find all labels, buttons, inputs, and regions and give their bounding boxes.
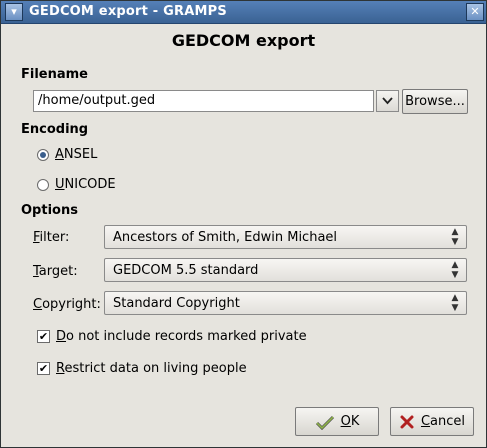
living-people-label: Restrict data on living people <box>56 361 247 376</box>
gedcom-export-dialog: ▾ GEDCOM export - GRAMPS ✕ GEDCOM export… <box>0 0 487 448</box>
living-people-checkbox[interactable]: ✔ Restrict data on living people <box>37 361 247 376</box>
encoding-ansel-label: ANSEL <box>55 147 98 162</box>
window-title: GEDCOM export - GRAMPS <box>29 4 227 19</box>
chevron-down-icon <box>382 97 393 105</box>
ok-label: OK <box>340 414 360 429</box>
select-arrows-icon: ▲ ▼ <box>451 260 459 280</box>
encoding-ansel-radio[interactable]: ANSEL <box>37 147 97 162</box>
private-records-checkbox[interactable]: ✔ Do not include records marked private <box>37 329 307 344</box>
cancel-label: Cancel <box>420 414 466 429</box>
filename-dropdown-button[interactable] <box>376 90 399 112</box>
cancel-icon <box>400 415 414 428</box>
close-icon[interactable]: ✕ <box>466 3 484 21</box>
target-select-value: GEDCOM 5.5 standard <box>113 263 259 278</box>
filter-select-value: Ancestors of Smith, Edwin Michael <box>113 230 338 245</box>
select-arrows-icon: ▲ ▼ <box>451 293 459 313</box>
window-menu-icon[interactable]: ▾ <box>5 3 23 21</box>
filter-select[interactable]: Ancestors of Smith, Edwin Michael ▲ ▼ <box>104 225 467 249</box>
select-arrows-icon: ▲ ▼ <box>451 227 459 247</box>
encoding-section-label: Encoding <box>21 122 89 137</box>
title-bar[interactable]: ▾ GEDCOM export - GRAMPS ✕ <box>1 1 486 24</box>
copyright-select[interactable]: Standard Copyright ▲ ▼ <box>104 291 467 315</box>
filename-input[interactable]: /home/output.ged <box>33 90 374 112</box>
encoding-unicode-radio[interactable]: UNICODE <box>37 177 116 192</box>
options-section-label: Options <box>21 203 78 218</box>
ok-icon <box>315 415 334 430</box>
checkbox-checked-icon: ✔ <box>37 330 50 343</box>
filter-label: Filter: <box>33 230 70 245</box>
filename-section-label: Filename <box>21 67 88 82</box>
dialog-heading: GEDCOM export <box>171 31 316 50</box>
encoding-unicode-label: UNICODE <box>55 177 116 192</box>
checkbox-checked-icon: ✔ <box>37 362 50 375</box>
target-label: Target: <box>33 264 78 279</box>
browse-button[interactable]: Browse... <box>402 89 468 114</box>
radio-unselected-icon <box>37 178 49 191</box>
copyright-select-value: Standard Copyright <box>113 296 240 311</box>
radio-selected-icon <box>37 148 49 161</box>
cancel-button[interactable]: Cancel <box>390 407 474 436</box>
copyright-label: Copyright: <box>33 297 101 312</box>
target-select[interactable]: GEDCOM 5.5 standard ▲ ▼ <box>104 258 467 282</box>
private-records-label: Do not include records marked private <box>56 329 307 344</box>
ok-button[interactable]: OK <box>295 407 379 436</box>
